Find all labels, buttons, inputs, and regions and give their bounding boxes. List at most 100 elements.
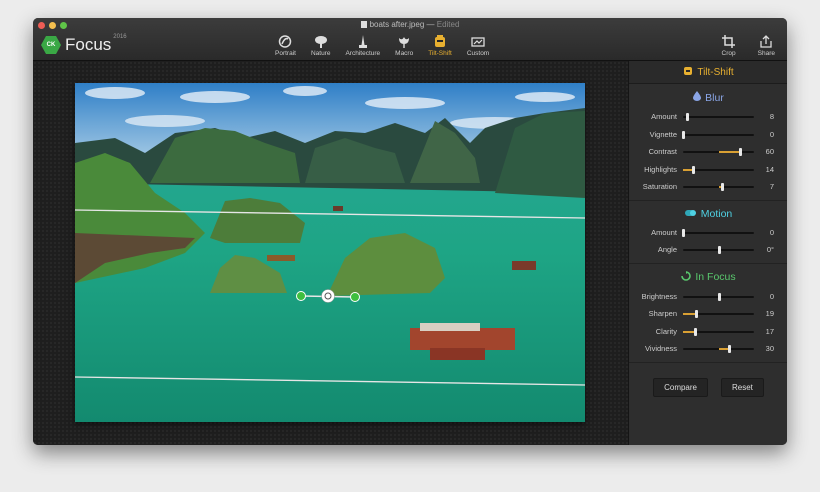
slider-value: 0 bbox=[769, 129, 774, 139]
vividness-slider[interactable] bbox=[683, 345, 754, 353]
slider-label: Brightness bbox=[641, 291, 677, 301]
slider-row[interactable]: Contrast 60 bbox=[629, 143, 787, 161]
highlights-slider[interactable] bbox=[683, 165, 754, 174]
slider-value: 7 bbox=[769, 182, 774, 191]
reset-button[interactable]: Reset bbox=[721, 377, 764, 397]
mode-tilt-shift[interactable]: Tilt-Shift bbox=[428, 35, 452, 57]
mode-portrait[interactable]: Portrait bbox=[275, 35, 296, 57]
clarity-slider[interactable] bbox=[683, 327, 754, 336]
slider-row[interactable]: Saturation 7 bbox=[629, 178, 787, 196]
toolbar: boats after.jpeg — Edited CK Focus 2016 … bbox=[33, 18, 787, 61]
file-name: boats after.jpeg bbox=[369, 20, 425, 29]
mode-custom[interactable]: Custom bbox=[467, 35, 489, 57]
slider-value: 0 bbox=[769, 227, 774, 237]
motion-amount-slider[interactable] bbox=[682, 228, 754, 237]
slider-knob[interactable] bbox=[682, 130, 685, 139]
logo-hexagon-icon: CK bbox=[41, 36, 61, 54]
slider-knob[interactable] bbox=[694, 327, 698, 336]
panel-header: Tilt-Shift bbox=[629, 61, 787, 84]
slider-value: 17 bbox=[765, 326, 774, 336]
app-logo: CK Focus 2016 bbox=[41, 34, 127, 55]
slider-label: Clarity bbox=[655, 326, 677, 336]
slider-row[interactable]: Vignette 0 bbox=[629, 126, 787, 144]
focus-center-handle[interactable] bbox=[321, 289, 335, 303]
slider-row[interactable]: Sharpen 19 bbox=[629, 305, 787, 323]
slider-value: 14 bbox=[765, 164, 774, 174]
mode-macro[interactable]: Macro bbox=[395, 35, 413, 57]
slider-value: 60 bbox=[765, 147, 774, 156]
vignette-slider[interactable] bbox=[682, 130, 754, 139]
slider-row[interactable]: Amount 8 bbox=[629, 108, 787, 126]
slider-knob[interactable] bbox=[695, 310, 699, 318]
mode-nature[interactable]: Nature bbox=[311, 35, 330, 57]
panel-actions: Compare Reset bbox=[629, 377, 787, 397]
slider-fill bbox=[718, 151, 740, 153]
portrait-icon bbox=[279, 35, 292, 48]
slider-knob[interactable] bbox=[685, 113, 689, 121]
photo-preview[interactable] bbox=[75, 83, 585, 422]
logo-initials: CK bbox=[46, 42, 56, 48]
slider-label: Highlights bbox=[644, 164, 677, 174]
slider-label: Amount bbox=[651, 112, 677, 121]
slider-knob[interactable] bbox=[682, 228, 685, 237]
slider-knob[interactable] bbox=[717, 292, 721, 301]
slider-knob[interactable] bbox=[721, 183, 725, 191]
slider-knob[interactable] bbox=[728, 345, 732, 353]
focus-rotate-handle-left[interactable] bbox=[296, 291, 306, 301]
focus-rotate-handle-right[interactable] bbox=[350, 292, 360, 302]
in-focus-section: In Focus Brightness 0 Sharpen 19 Clarity 17… bbox=[629, 264, 787, 363]
blur-amount-slider[interactable] bbox=[683, 113, 754, 121]
brightness-slider[interactable] bbox=[683, 292, 754, 301]
blur-title-text: Blur bbox=[705, 91, 724, 104]
boats-photo-image bbox=[75, 83, 585, 422]
slider-label: Contrast bbox=[648, 147, 677, 156]
document-icon bbox=[360, 21, 367, 28]
slider-value: 30 bbox=[765, 344, 774, 353]
slider-row[interactable]: Angle 0° bbox=[629, 241, 787, 259]
mode-portrait-label: Portrait bbox=[275, 50, 296, 57]
slider-row[interactable]: Amount 0 bbox=[629, 224, 787, 242]
tilt-shift-header-icon bbox=[683, 66, 693, 79]
slider-row[interactable]: Highlights 14 bbox=[629, 161, 787, 179]
slider-knob[interactable] bbox=[738, 148, 742, 156]
edited-label: Edited bbox=[436, 20, 460, 29]
tilt-shift-icon bbox=[435, 35, 446, 47]
slider-row[interactable]: Brightness 0 bbox=[629, 288, 787, 306]
in-focus-section-title: In Focus bbox=[629, 270, 787, 284]
sharpen-slider[interactable] bbox=[683, 310, 754, 318]
angle-slider[interactable] bbox=[683, 246, 754, 254]
slider-label: Vignette bbox=[649, 129, 677, 139]
slider-label: Sharpen bbox=[648, 309, 677, 318]
slider-row[interactable]: Vividness 30 bbox=[629, 340, 787, 358]
share-button[interactable]: Share bbox=[758, 35, 775, 57]
panel-title: Tilt-Shift bbox=[697, 66, 734, 78]
tree-icon bbox=[314, 36, 327, 48]
mode-architecture-label: Architecture bbox=[345, 50, 381, 57]
droplet-icon bbox=[693, 91, 702, 104]
slider-label: Saturation bbox=[642, 182, 677, 191]
crop-icon bbox=[721, 35, 735, 48]
motion-icon bbox=[684, 208, 697, 220]
mode-architecture[interactable]: Architecture bbox=[345, 35, 380, 57]
mode-custom-label: Custom bbox=[466, 50, 490, 57]
slider-row[interactable]: Clarity 17 bbox=[629, 323, 787, 341]
saturation-slider[interactable] bbox=[683, 183, 754, 191]
crop-button[interactable]: Crop bbox=[722, 35, 736, 57]
blur-section: Blur Amount 8 Vignette 0 Contrast 60 Highli… bbox=[629, 84, 787, 201]
share-label: Share bbox=[757, 50, 775, 57]
slider-label: Angle bbox=[657, 245, 677, 254]
window-title: boats after.jpeg — Edited bbox=[33, 20, 787, 29]
app-name: Focus bbox=[65, 35, 112, 54]
slider-label: Amount bbox=[651, 227, 677, 237]
slider-knob[interactable] bbox=[717, 246, 721, 254]
slider-label: Vividness bbox=[645, 344, 677, 353]
slider-value: 8 bbox=[769, 112, 774, 121]
mode-tilt-shift-label: Tilt-Shift bbox=[428, 50, 452, 57]
custom-icon bbox=[471, 37, 485, 47]
share-icon bbox=[760, 35, 772, 48]
app-window: boats after.jpeg — Edited CK Focus 2016 … bbox=[33, 18, 787, 445]
slider-value: 0° bbox=[766, 245, 774, 254]
slider-knob[interactable] bbox=[691, 165, 695, 174]
compare-button[interactable]: Compare bbox=[653, 377, 708, 397]
contrast-slider[interactable] bbox=[683, 148, 754, 156]
